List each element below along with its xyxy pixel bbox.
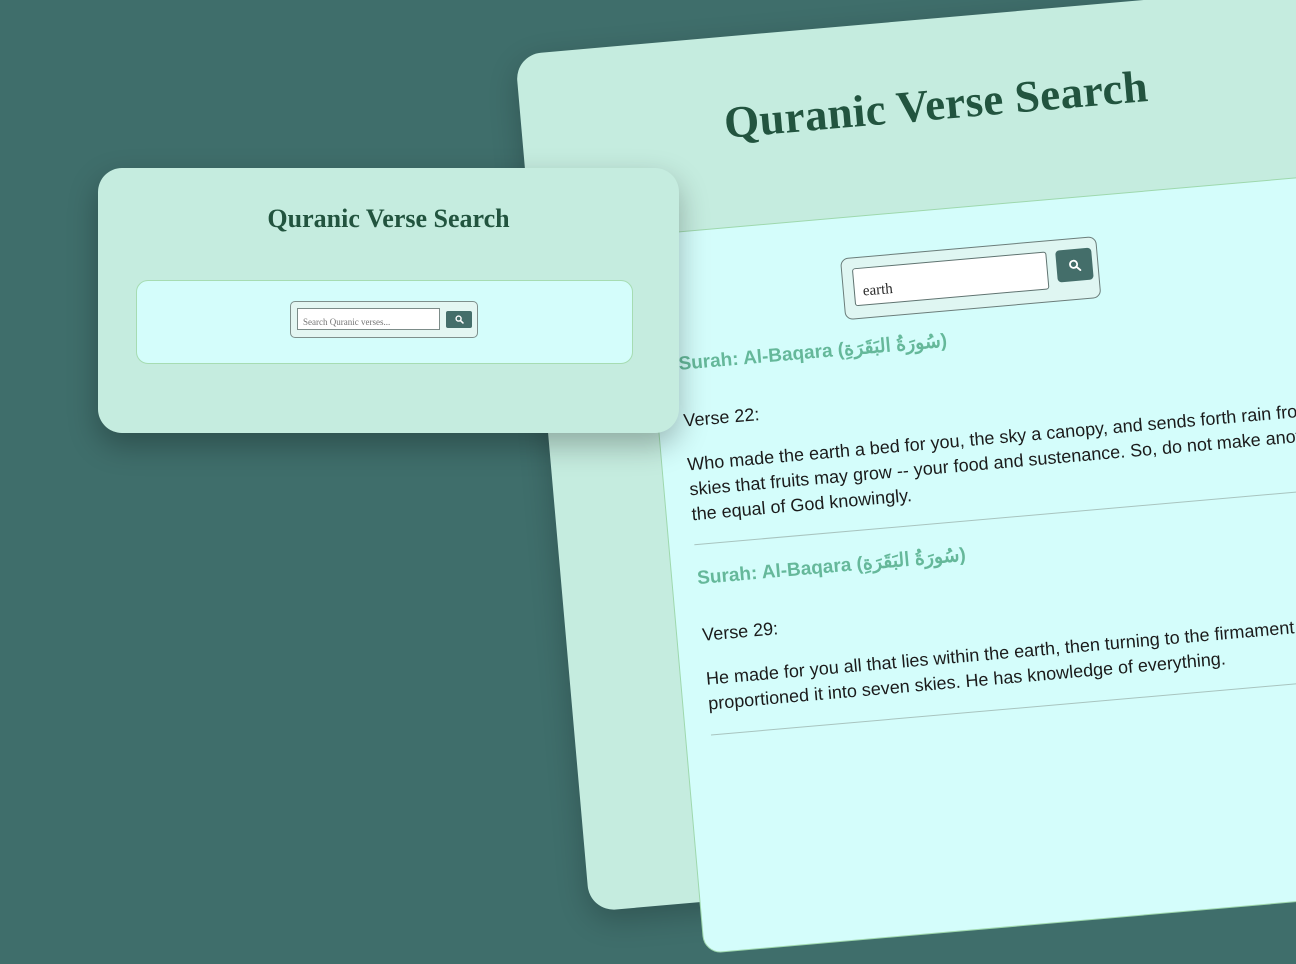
- card-title: Quranic Verse Search: [267, 204, 510, 233]
- page-title: Quranic Verse Search: [721, 61, 1150, 148]
- verse-label: Verse 29:: [701, 618, 779, 645]
- surah-heading: Surah: Al-Baqara (سُورَةُ البَقَرَةِ): [677, 330, 948, 375]
- verse-text: He made for you all that lies within the…: [705, 614, 1296, 714]
- search-input[interactable]: [851, 251, 1050, 307]
- search-input[interactable]: [297, 308, 440, 330]
- results-container: Surah: Al-Baqara (سُورَةُ البَقَرَةِ) Ve…: [641, 168, 1296, 954]
- verse-label: Verse 22:: [682, 404, 761, 431]
- search-card: Quranic Verse Search: [98, 168, 679, 433]
- search-icon: [454, 315, 464, 324]
- search-bar: [290, 301, 478, 338]
- results-panel: Quranic Verse Search Surah: Al-Baqara (س…: [515, 0, 1296, 954]
- search-icon: [1068, 259, 1081, 271]
- search-bar: [839, 236, 1102, 321]
- search-button[interactable]: [446, 311, 472, 328]
- search-container: [136, 280, 633, 364]
- verse-text: Who made the earth a bed for you, the sk…: [686, 397, 1296, 525]
- surah-heading: Surah: Al-Baqara (سُورَةُ البَقَرَةِ): [696, 544, 967, 590]
- search-button[interactable]: [1055, 247, 1094, 283]
